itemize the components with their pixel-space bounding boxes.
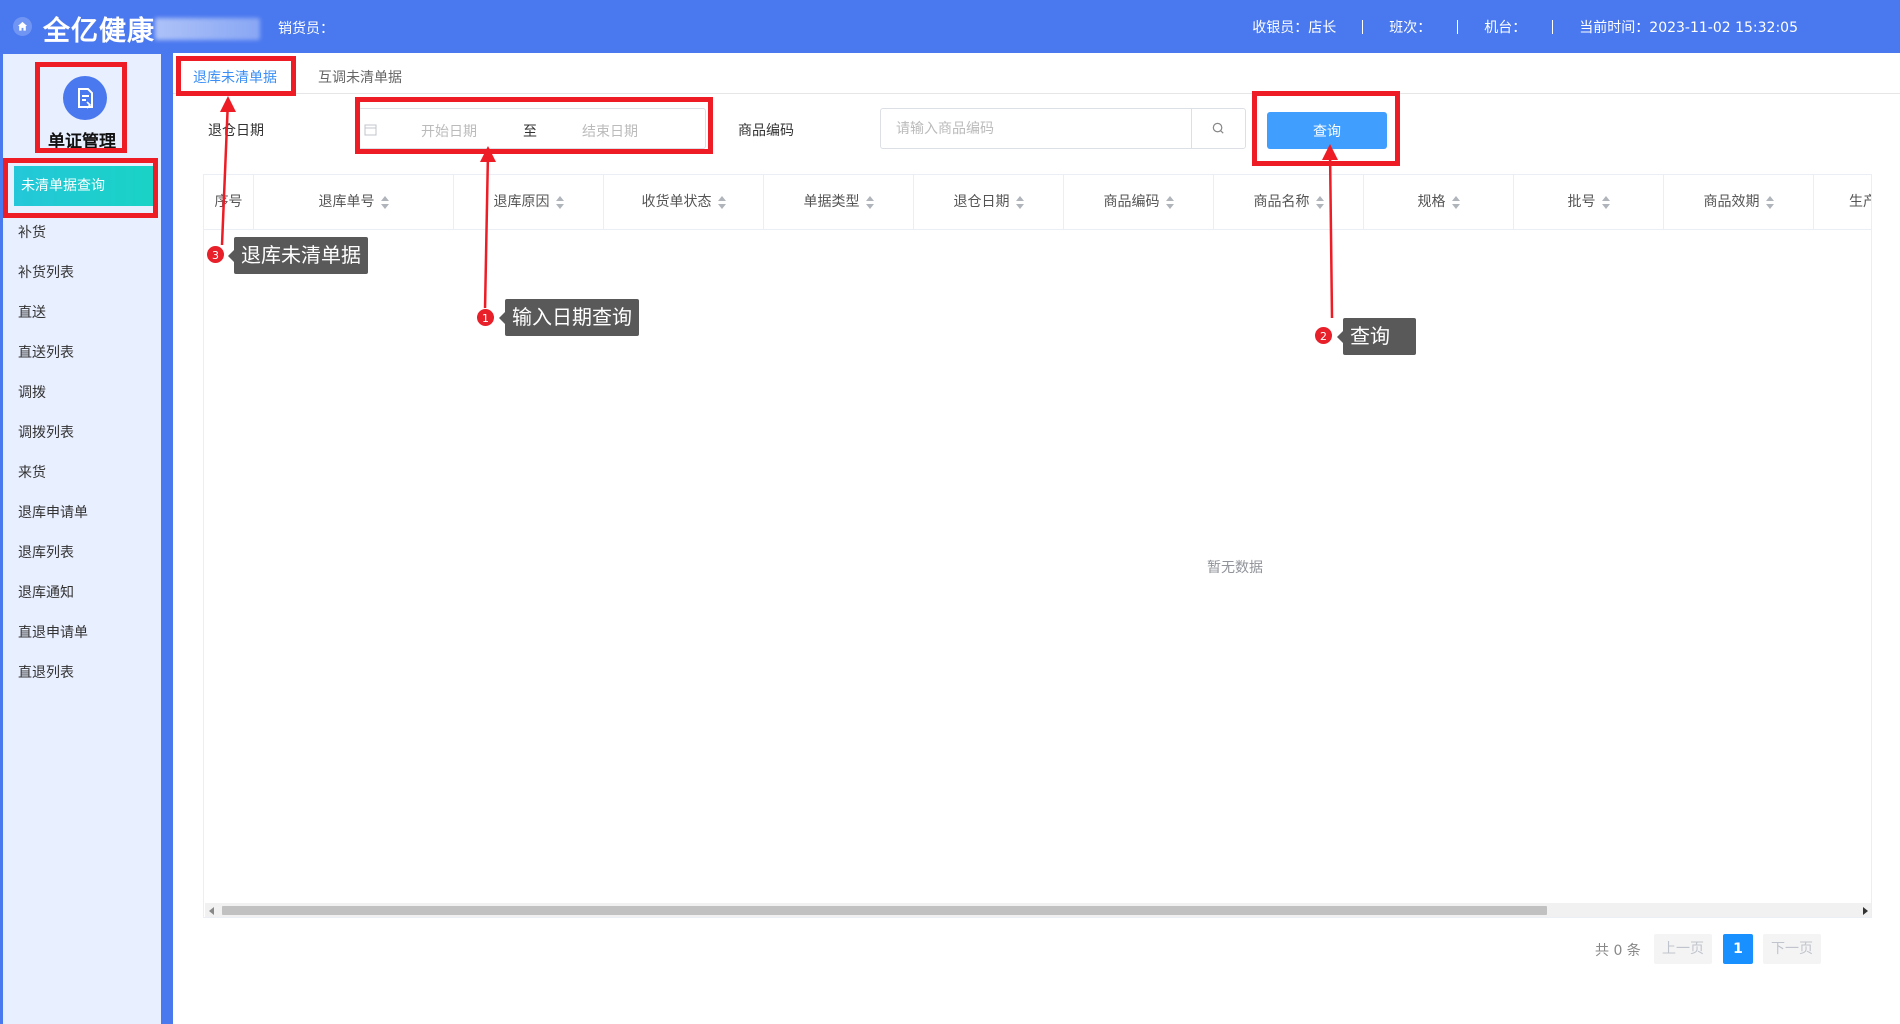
salesperson-label: 销货员： (278, 21, 334, 37)
sort-icon[interactable] (555, 195, 564, 209)
sort-icon[interactable] (380, 195, 389, 209)
table-header: 序号 退库单号 退库原因 收货单状态 单据类型 退仓日期 商品编码 商品名称 规… (204, 175, 1871, 230)
highlight-box-date (355, 97, 713, 154)
sidebar-item-return-notice[interactable]: 退库通知 (18, 573, 88, 613)
sidebar-item-direct-return-list[interactable]: 直退列表 (18, 653, 88, 693)
next-page-button[interactable]: 下一页 (1763, 934, 1821, 964)
highlight-box-module (35, 62, 127, 153)
sort-icon[interactable] (1601, 195, 1610, 209)
column-header[interactable]: 批号 (1514, 175, 1664, 230)
sidebar-item-transfer[interactable]: 调拨 (18, 373, 88, 413)
data-table: 序号 退库单号 退库原因 收货单状态 单据类型 退仓日期 商品编码 商品名称 规… (203, 174, 1872, 918)
page-number[interactable]: 1 (1723, 934, 1753, 964)
sidebar-item-direct-return-request[interactable]: 直退申请单 (18, 613, 88, 653)
column-header[interactable]: 退仓日期 (914, 175, 1064, 230)
column-header[interactable]: 商品编码 (1064, 175, 1214, 230)
home-icon[interactable] (13, 17, 32, 36)
search-icon (1212, 122, 1224, 134)
tab-transfer-uncleared[interactable]: 互调未清单据 (318, 67, 402, 87)
product-code-input[interactable] (880, 108, 1192, 149)
annotation-tooltip-1: 输入日期查询 (499, 299, 639, 336)
column-header[interactable]: 商品名称 (1214, 175, 1364, 230)
sidebar-item-replenish[interactable]: 补货 (18, 213, 88, 253)
sidebar-item-direct-delivery-list[interactable]: 直送列表 (18, 333, 88, 373)
sort-icon[interactable] (1765, 195, 1774, 209)
sort-icon[interactable] (1165, 195, 1174, 209)
step-marker-3: 3 (206, 245, 225, 264)
brand-logo-text: 全亿健康 (43, 16, 155, 47)
sidebar-item-return-list[interactable]: 退库列表 (18, 533, 88, 573)
step-marker-1: 1 (476, 308, 495, 327)
column-header: 序号 (204, 175, 254, 230)
column-header[interactable]: 商品效期 (1664, 175, 1814, 230)
column-header[interactable]: 收货单状态 (604, 175, 764, 230)
sidebar-item-direct-delivery[interactable]: 直送 (18, 293, 88, 333)
scroll-right-icon[interactable] (1863, 907, 1868, 915)
sidebar-item-incoming[interactable]: 来货 (18, 453, 88, 493)
column-header[interactable]: 规格 (1364, 175, 1514, 230)
sort-icon[interactable] (1315, 195, 1324, 209)
step-marker-2: 2 (1314, 326, 1333, 345)
scrollbar-thumb[interactable] (222, 906, 1547, 915)
column-header[interactable]: 退库原因 (454, 175, 604, 230)
top-header: 全亿健康 销货员： 收银员：店长 班次： 机台： 当前时间：2023-11-02… (0, 0, 1900, 53)
column-header[interactable]: 退库单号 (254, 175, 454, 230)
date-label: 退仓日期 (208, 123, 264, 139)
sort-icon[interactable] (1451, 195, 1460, 209)
pagination-total: 共 0 条 (1595, 943, 1641, 959)
sort-icon[interactable] (1015, 195, 1024, 209)
terminal-info: 机台： (1484, 20, 1527, 36)
header-info-bar: 收银员：店长 班次： 机台： 当前时间：2023-11-02 15:32:05 (1226, 17, 1824, 37)
cashier-info: 收银员：店长 (1252, 20, 1337, 36)
annotation-tooltip-3: 退库未清单据 (228, 237, 368, 274)
highlight-box-tab (176, 56, 296, 96)
sidebar-menu: 补货 补货列表 直送 直送列表 调拨 调拨列表 来货 退库申请单 退库列表 退库… (18, 213, 88, 693)
column-header: 生产 (1849, 194, 1871, 210)
search-icon-button[interactable] (1191, 108, 1246, 149)
highlight-box-query (1252, 91, 1400, 166)
redacted-store-name (155, 18, 260, 40)
horizontal-scrollbar[interactable] (205, 903, 1871, 917)
tab-bar: 退库未清单据 互调未清单据 (173, 53, 1900, 94)
sidebar-item-return-request[interactable]: 退库申请单 (18, 493, 88, 533)
current-time: 当前时间：2023-11-02 15:32:05 (1579, 20, 1798, 36)
product-code-label: 商品编码 (738, 123, 794, 139)
empty-state: 暂无数据 (1207, 560, 1263, 576)
sidebar-item-replenish-list[interactable]: 补货列表 (18, 253, 88, 293)
prev-page-button[interactable]: 上一页 (1654, 934, 1712, 964)
annotation-tooltip-2: 查询 (1337, 318, 1416, 355)
sort-icon[interactable] (865, 195, 874, 209)
sort-icon[interactable] (717, 195, 726, 209)
shift-info: 班次： (1389, 20, 1432, 36)
highlight-box-menu (3, 158, 158, 218)
column-header[interactable]: 单据类型 (764, 175, 914, 230)
scroll-left-icon[interactable] (209, 907, 214, 915)
sidebar-item-transfer-list[interactable]: 调拨列表 (18, 413, 88, 453)
